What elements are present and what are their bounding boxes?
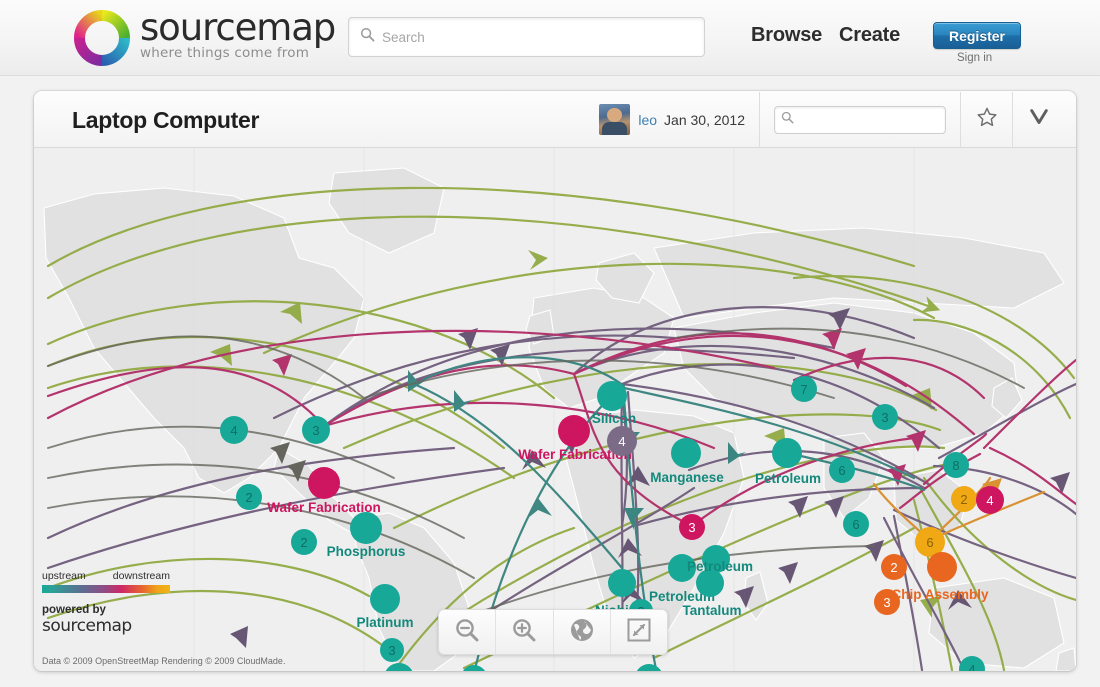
- map-node-count: 2: [245, 489, 253, 505]
- map-node-count: 6: [838, 462, 846, 478]
- map-node[interactable]: 3: [874, 589, 900, 615]
- attribution-suffix: .: [282, 656, 286, 666]
- map-titlebar: Laptop Computer leo Jan 30, 2012: [34, 91, 1076, 148]
- map-controls-bar: [438, 609, 668, 655]
- map-node[interactable]: [597, 381, 627, 411]
- map-node-count: 7: [800, 381, 808, 397]
- map-node[interactable]: 2: [236, 484, 262, 510]
- attribution-prefix: Data © 2009: [42, 656, 96, 666]
- rainbow-ring-logo: [74, 10, 130, 66]
- map-node[interactable]: [927, 552, 957, 582]
- chevron-down-icon: [1028, 107, 1050, 132]
- globe-button[interactable]: [554, 610, 611, 654]
- avatar[interactable]: [599, 104, 631, 135]
- map-attribution: Data © 2009 OpenStreetMap Rendering © 20…: [42, 656, 285, 666]
- map-node[interactable]: 3: [679, 514, 705, 540]
- map-search-box[interactable]: [774, 105, 946, 134]
- legend-downstream-label: downstream: [112, 570, 170, 582]
- legend-upstream-label: upstream: [42, 570, 86, 582]
- powered-by-block: powered by sourcemap: [42, 604, 132, 635]
- map-node[interactable]: 4: [607, 426, 637, 456]
- divider: [759, 91, 760, 148]
- map-node-count: 2: [890, 559, 898, 575]
- map-node[interactable]: [668, 554, 696, 582]
- map-node-count: 3: [688, 519, 696, 535]
- map-node[interactable]: 2: [951, 486, 977, 512]
- map-node[interactable]: 4: [976, 486, 1004, 514]
- map-node-count: 4: [968, 661, 976, 672]
- attribution-middle: Rendering © 2009: [158, 656, 237, 666]
- star-icon: [976, 106, 998, 133]
- map-node[interactable]: [696, 569, 724, 597]
- author-link[interactable]: leo: [638, 112, 657, 128]
- global-search-box[interactable]: [348, 17, 705, 57]
- logo-wordmark: sourcemap: [140, 5, 336, 49]
- map-node-count: 4: [230, 422, 238, 438]
- openstreetmap-link[interactable]: OpenStreetMap: [95, 656, 159, 666]
- expand-arrows-icon: [626, 617, 652, 648]
- globe-icon: [569, 617, 595, 648]
- map-node-count: 3: [388, 642, 396, 658]
- map-node-count: 3: [312, 422, 320, 438]
- map-search-input[interactable]: [800, 112, 930, 127]
- map-node[interactable]: 8: [943, 452, 969, 478]
- map-node[interactable]: 4: [220, 416, 248, 444]
- map-node-count: 2: [960, 491, 968, 507]
- map-node[interactable]: 2: [881, 554, 907, 580]
- map-node[interactable]: [558, 415, 590, 447]
- search-icon: [360, 27, 375, 47]
- map-node[interactable]: [370, 584, 400, 614]
- star-button[interactable]: [960, 91, 1012, 148]
- site-logo[interactable]: sourcemap where things come from: [74, 5, 336, 66]
- nav-create-link[interactable]: Create: [839, 24, 900, 47]
- cloudmade-link[interactable]: CloudMade: [237, 656, 283, 666]
- map-node[interactable]: 7: [791, 376, 817, 402]
- map-node[interactable]: [350, 512, 382, 544]
- flow-legend: upstream downstream: [42, 570, 170, 593]
- map-panel: Laptop Computer leo Jan 30, 2012 4 3 2 W…: [34, 91, 1076, 671]
- map-node[interactable]: 2: [291, 529, 317, 555]
- map-node[interactable]: [671, 438, 701, 468]
- map-node[interactable]: 3: [380, 638, 404, 662]
- register-button[interactable]: Register: [933, 22, 1021, 49]
- logo-tagline: where things come from: [140, 44, 310, 61]
- search-input[interactable]: [382, 29, 672, 45]
- magnifier-minus-icon: [453, 616, 481, 649]
- map-graphic: [34, 148, 1076, 671]
- map-node-count: 3: [470, 671, 477, 672]
- map-node-count: 2: [300, 534, 308, 550]
- map-node-count: 4: [618, 433, 626, 449]
- options-button[interactable]: [1012, 91, 1064, 148]
- fullscreen-button[interactable]: [611, 610, 667, 654]
- site-header: sourcemap where things come from Browse …: [0, 0, 1100, 76]
- map-meta-group: leo Jan 30, 2012: [599, 91, 1064, 148]
- map-node[interactable]: [608, 569, 636, 597]
- nav-browse-link[interactable]: Browse: [751, 24, 822, 47]
- search-icon: [781, 111, 794, 129]
- magnifier-plus-icon: [510, 616, 538, 649]
- map-node-count: 6: [852, 516, 860, 532]
- zoom-out-button[interactable]: [439, 610, 497, 654]
- map-node[interactable]: [772, 438, 802, 468]
- sign-in-link[interactable]: Sign in: [957, 52, 992, 64]
- map-canvas[interactable]: 4 3 2 Wafer Fabrication 2 Phosphorus Platinum 3…: [34, 148, 1076, 671]
- powered-by-brand: sourcemap: [42, 616, 132, 636]
- map-node-count: 4: [986, 492, 994, 508]
- page-title: Laptop Computer: [72, 107, 260, 133]
- map-node-count: 8: [952, 457, 960, 473]
- map-node[interactable]: 6: [843, 511, 869, 537]
- legend-gradient-bar: [42, 585, 170, 593]
- map-node[interactable]: 6: [829, 457, 855, 483]
- map-node[interactable]: [702, 545, 730, 573]
- map-node[interactable]: [308, 467, 340, 499]
- map-node-count: 6: [926, 534, 934, 550]
- map-node[interactable]: 3: [302, 416, 330, 444]
- map-date: Jan 30, 2012: [664, 111, 745, 128]
- zoom-in-button[interactable]: [496, 610, 554, 654]
- map-node-count: 3: [881, 409, 889, 425]
- map-node-count: 3: [883, 594, 891, 610]
- map-node[interactable]: 3: [872, 404, 898, 430]
